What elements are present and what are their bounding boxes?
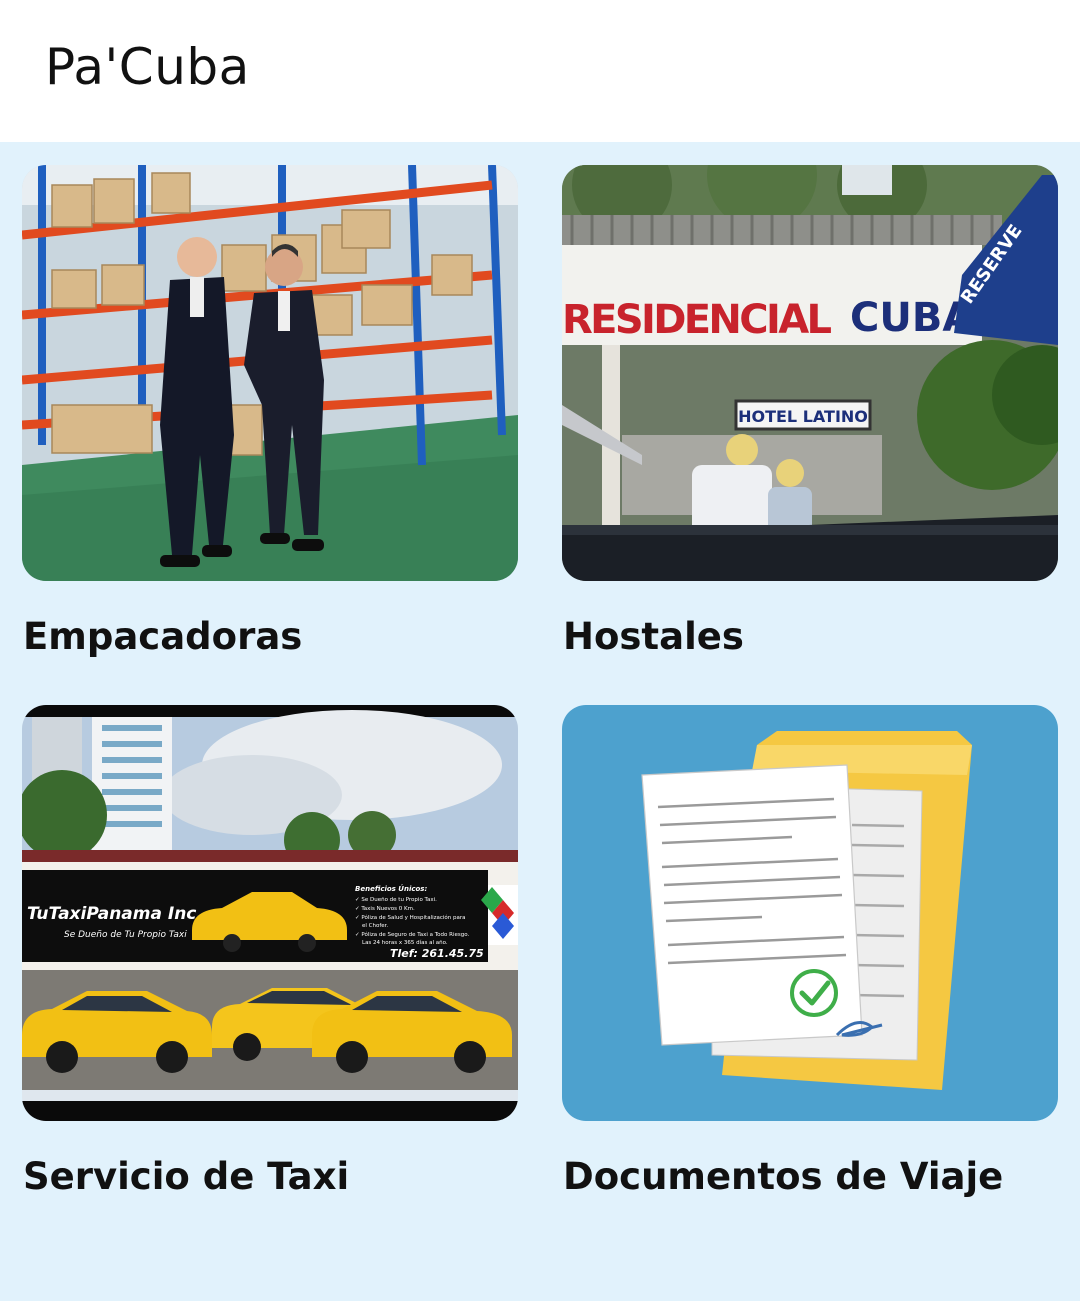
card-label: Documentos de Viaje xyxy=(563,1155,1004,1198)
billboard-slogan: Se Dueño de Tu Propio Taxi xyxy=(64,930,187,940)
billboard-benefit: ✓ Taxis Nuevos 0 Km. xyxy=(355,906,415,912)
hotel-latino-sign: HOTEL LATINO xyxy=(738,407,868,426)
card-label: Servicio de Taxi xyxy=(23,1155,350,1198)
billboard-phone: Tlef: 261.45.75 xyxy=(390,947,484,960)
billboard-brand: TuTaxiPanama Inc. xyxy=(27,904,203,924)
billboard-benefit: ✓ Se Dueño de tu Propio Taxi. xyxy=(355,897,437,903)
billboard-benefit: ✓ Póliza de Salud y Hospitalización para xyxy=(355,914,466,921)
app-bar: Pa'Cuba xyxy=(0,0,1080,142)
billboard-benefit: Las 24 horas x 365 días al año. xyxy=(362,939,448,946)
app-title: Pa'Cuba xyxy=(45,38,250,96)
taxi-image: TuTaxiPanama Inc. Se Dueño de Tu Propio … xyxy=(22,705,518,1121)
documents-image xyxy=(562,705,1058,1121)
card-label: Empacadoras xyxy=(23,615,303,658)
category-grid: Empacadoras RESIDENCIAL CUBA RESERVE HOT… xyxy=(0,142,1080,1301)
category-card-hostales[interactable]: RESIDENCIAL CUBA RESERVE HOTEL LATINO Ho… xyxy=(562,165,1058,658)
category-card-taxi[interactable]: TuTaxiPanama Inc. Se Dueño de Tu Propio … xyxy=(22,705,518,1198)
category-card-documentos[interactable]: Documentos de Viaje xyxy=(562,705,1058,1198)
billboard-benefit: ✓ Póliza de Seguro de Taxi a Todo Riesgo… xyxy=(355,931,469,938)
sign-text-cuba: CUBA xyxy=(850,295,973,341)
category-card-empacadoras[interactable]: Empacadoras xyxy=(22,165,518,658)
billboard-benefits-title: Beneficios Únicos: xyxy=(355,884,427,893)
warehouse-image xyxy=(22,165,518,581)
sign-text-residencial: RESIDENCIAL xyxy=(562,297,832,343)
hostel-image: RESIDENCIAL CUBA RESERVE HOTEL LATINO xyxy=(562,165,1058,581)
card-label: Hostales xyxy=(563,615,744,658)
billboard-benefit: el Chofer. xyxy=(362,923,388,929)
